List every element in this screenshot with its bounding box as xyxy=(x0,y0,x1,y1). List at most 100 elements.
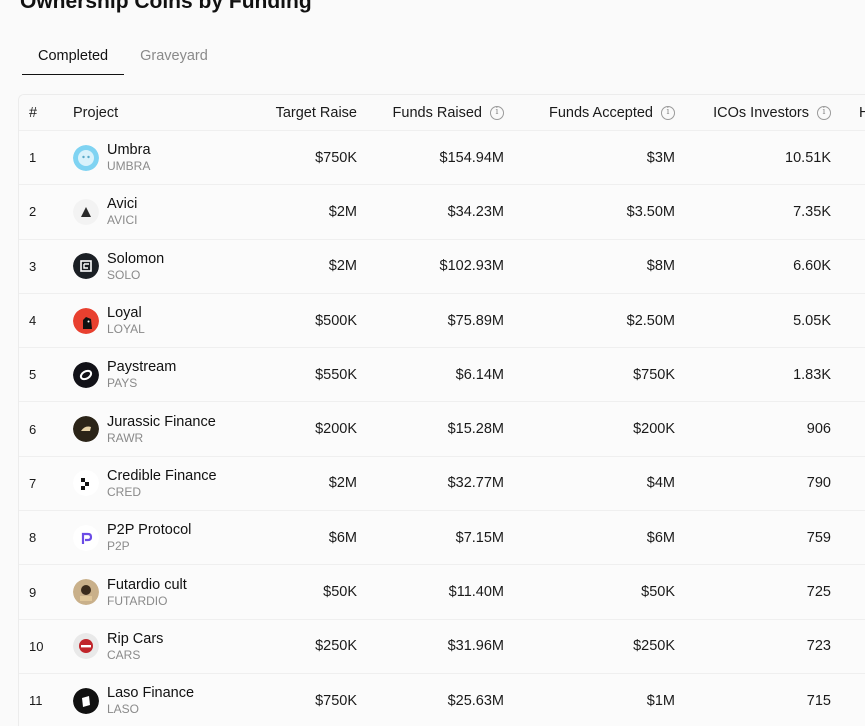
ico-investors-value: 723 xyxy=(806,638,831,655)
paystream-logo-icon xyxy=(73,361,99,388)
target-raise-value: $2M xyxy=(328,475,357,492)
project-name[interactable]: Jurassic Finance xyxy=(107,413,216,431)
table-row[interactable]: 9 Futardio cult FUTARDIO $50K $11.40M $5… xyxy=(19,565,865,620)
project-ticker: LASO xyxy=(107,702,140,717)
target-raise-value: $200K xyxy=(315,421,357,438)
funds-raised-value: $75.89M xyxy=(447,312,504,329)
table-row[interactable]: 10 Rip Cars CARS $250K $31.96M $250K 723 xyxy=(19,619,865,674)
laso-logo-icon xyxy=(73,687,99,714)
table-row[interactable]: 11 Laso Finance LASO $750K $25.63M $1M 7… xyxy=(19,673,865,726)
table-row[interactable]: 2 Avici AVICI $2M $34.23M $3.50M 7.35K xyxy=(19,185,865,240)
target-raise-value: $2M xyxy=(328,203,357,220)
row-rank: 9 xyxy=(29,584,37,600)
target-raise-value: $750K xyxy=(315,692,357,709)
umbra-logo-icon xyxy=(73,144,99,171)
funds-raised-value: $15.28M xyxy=(447,421,504,438)
project-name[interactable]: Loyal xyxy=(107,304,145,322)
info-icon[interactable]: i xyxy=(817,105,831,120)
row-rank: 7 xyxy=(29,475,37,491)
table-row[interactable]: 8 P2P Protocol P2P $6M $7.15M $6M 759 xyxy=(19,511,865,566)
table-body: 1 Umbra UMBRA $750K $154.94M $3M 10.51K … xyxy=(19,131,865,726)
project-name[interactable]: Paystream xyxy=(107,358,176,376)
credible-logo-icon xyxy=(73,470,99,497)
ico-investors-value: 5.05K xyxy=(793,312,831,329)
project-ticker: CRED xyxy=(107,484,142,499)
funds-accepted-value: $250K xyxy=(633,638,675,655)
project-name[interactable]: P2P Protocol xyxy=(107,521,191,539)
project-name[interactable]: Avici xyxy=(107,195,137,213)
funds-raised-value: $34.23M xyxy=(447,203,504,220)
row-rank: 6 xyxy=(29,421,37,437)
project-name[interactable]: Credible Finance xyxy=(107,467,217,485)
project-ticker: RAWR xyxy=(107,430,144,445)
project-name[interactable]: Laso Finance xyxy=(107,684,194,702)
header-target-raise[interactable]: Target Raise xyxy=(219,95,357,130)
header-rank: # xyxy=(29,104,38,121)
ico-investors-value: 715 xyxy=(806,692,831,709)
project-name[interactable]: Solomon xyxy=(107,250,164,268)
row-rank: 3 xyxy=(29,258,37,274)
funds-raised-value: $6.14M xyxy=(455,366,504,383)
table-row[interactable]: 3 Solomon SOLO $2M $102.93M $8M 6.60K xyxy=(19,239,865,294)
funds-accepted-value: $6M xyxy=(646,529,675,546)
table-row[interactable]: 6 Jurassic Finance RAWR $200K $15.28M $2… xyxy=(19,402,865,457)
funds-accepted-value: $3M xyxy=(646,149,675,166)
info-icon[interactable]: i xyxy=(661,105,675,120)
table-row[interactable]: 4 Loyal LOYAL $500K $75.89M $2.50M 5.05K xyxy=(19,293,865,349)
row-rank: 10 xyxy=(29,638,44,654)
header-truncated-column[interactable]: H xyxy=(859,95,865,130)
funds-accepted-value: $750K xyxy=(633,366,675,383)
row-rank: 1 xyxy=(29,150,37,166)
row-rank: 4 xyxy=(29,313,37,329)
header-funds-accepted[interactable]: Funds Accepted i xyxy=(509,95,675,130)
avici-logo-icon xyxy=(73,198,99,225)
table-row[interactable]: 5 Paystream PAYS $550K $6.14M $750K 1.83… xyxy=(19,348,865,403)
futardio-logo-icon xyxy=(73,579,99,606)
tab-completed[interactable]: Completed xyxy=(22,38,125,75)
ico-investors-value: 759 xyxy=(806,529,831,546)
funds-raised-value: $25.63M xyxy=(447,692,504,709)
p2p-logo-icon xyxy=(73,524,99,551)
page: Ownership Coins by Funding Completed Gra… xyxy=(0,0,865,726)
target-raise-value: $250K xyxy=(315,638,357,655)
project-ticker: PAYS xyxy=(107,376,138,391)
funds-accepted-value: $50K xyxy=(641,584,675,601)
funds-raised-value: $11.40M xyxy=(448,584,504,601)
row-rank: 11 xyxy=(29,693,43,709)
project-ticker: UMBRA xyxy=(107,159,151,174)
ico-investors-value: 6.60K xyxy=(793,258,831,275)
target-raise-value: $6M xyxy=(328,529,357,546)
table-row[interactable]: 1 Umbra UMBRA $750K $154.94M $3M 10.51K xyxy=(19,131,865,186)
table-row[interactable]: 7 Credible Finance CRED $2M $32.77M $4M … xyxy=(19,456,865,512)
funds-raised-value: $32.77M xyxy=(447,475,504,492)
loyal-logo-icon xyxy=(73,307,99,334)
tab-graveyard[interactable]: Graveyard xyxy=(124,38,224,74)
ico-investors-value: 790 xyxy=(806,475,831,492)
funds-raised-value: $102.93M xyxy=(439,258,505,275)
project-ticker: CARS xyxy=(107,647,141,662)
tab-bar: Completed Graveyard xyxy=(22,38,224,75)
target-raise-value: $2M xyxy=(328,258,357,275)
ico-investors-value: 10.51K xyxy=(785,149,831,166)
project-name[interactable]: Umbra xyxy=(107,141,151,159)
project-name[interactable]: Rip Cars xyxy=(107,630,163,648)
header-funds-raised[interactable]: Funds Raised i xyxy=(359,95,504,130)
project-ticker: AVICI xyxy=(107,213,138,228)
ico-investors-value: 906 xyxy=(806,421,831,438)
funds-raised-value: $31.96M xyxy=(447,638,504,655)
header-ico-investors[interactable]: ICOs Investors i xyxy=(679,95,831,130)
target-raise-value: $750K xyxy=(315,149,357,166)
funds-raised-value: $154.94M xyxy=(439,149,505,166)
target-raise-value: $50K xyxy=(323,584,357,601)
ico-investors-value: 1.83K xyxy=(793,366,831,383)
page-title: Ownership Coins by Funding xyxy=(20,0,312,13)
header-funds-raised-label: Funds Raised xyxy=(392,104,482,121)
info-icon[interactable]: i xyxy=(490,105,504,120)
header-ico-investors-label: ICOs Investors xyxy=(713,104,809,121)
funds-accepted-value: $2.50M xyxy=(626,312,675,329)
project-ticker: P2P xyxy=(107,539,130,554)
project-name[interactable]: Futardio cult xyxy=(107,576,187,594)
header-funds-accepted-label: Funds Accepted xyxy=(549,104,653,121)
jurassic-logo-icon xyxy=(73,416,99,443)
funds-accepted-value: $200K xyxy=(633,421,675,438)
